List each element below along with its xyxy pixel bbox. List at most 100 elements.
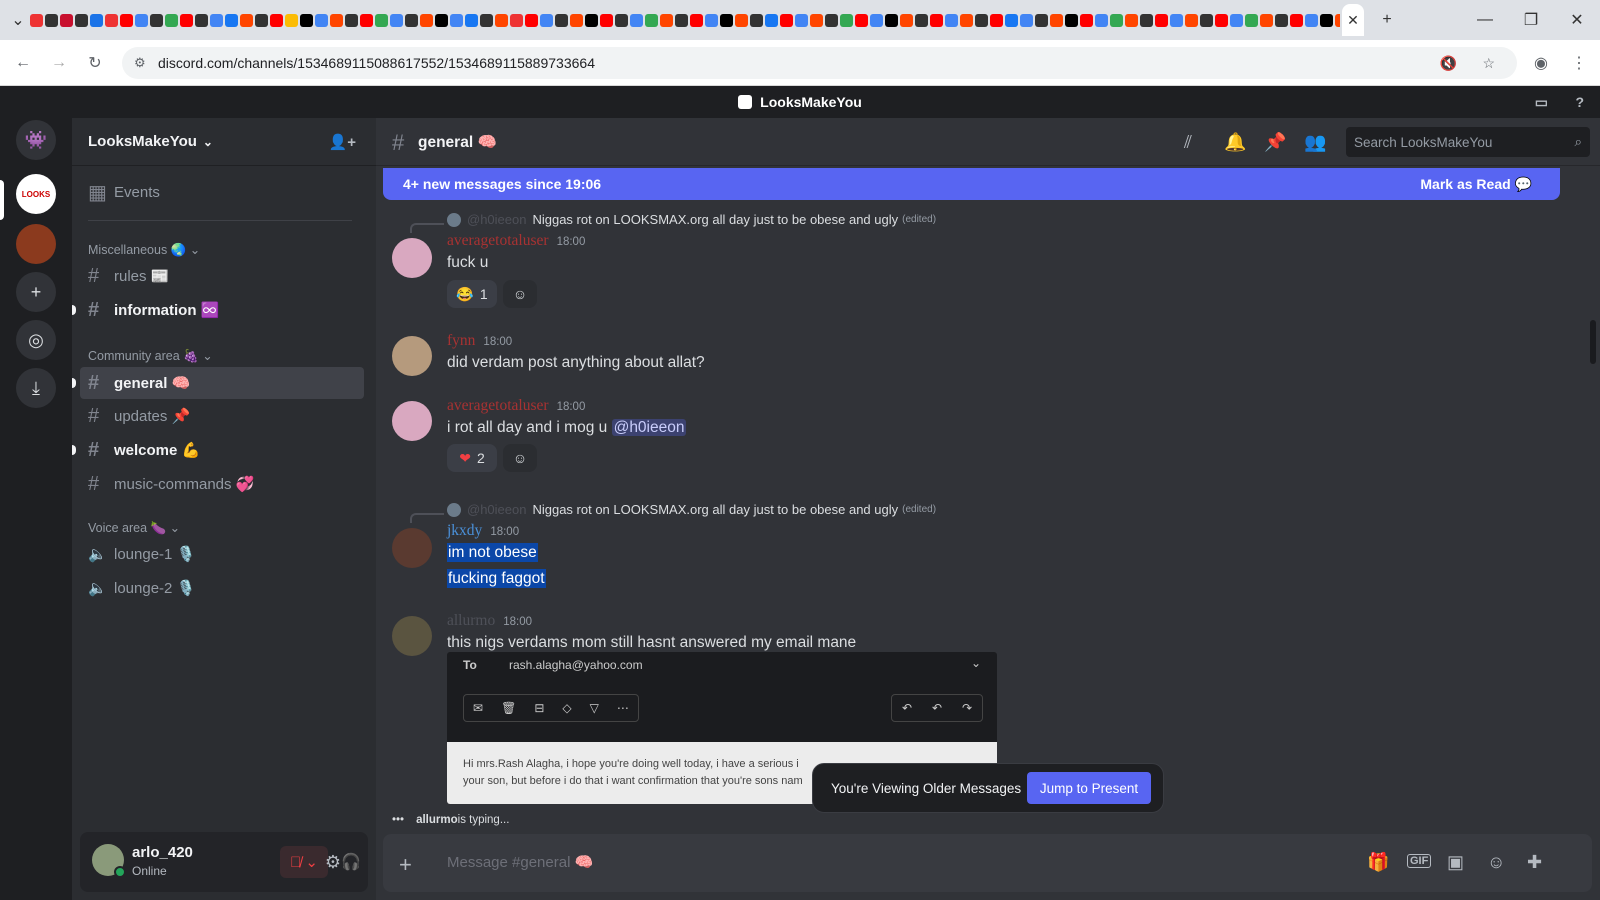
tab-favicon[interactable] bbox=[315, 13, 328, 27]
reply-username[interactable]: @h0ieeon bbox=[467, 502, 526, 517]
avatar[interactable] bbox=[392, 528, 432, 568]
category-community[interactable]: Community area 🍇 ⌄ bbox=[88, 348, 213, 364]
reaction-heart[interactable]: ❤ 2 bbox=[447, 444, 497, 472]
tab-favicon[interactable] bbox=[1140, 13, 1153, 27]
reply-preview[interactable]: @h0ieeon Niggas rot on LOOKSMAX.org all … bbox=[447, 502, 936, 517]
message-username[interactable]: averagetotaluser 18:00 bbox=[447, 232, 585, 250]
url-field[interactable]: ⚙ discord.com/channels/15346891150886175… bbox=[122, 47, 1517, 79]
tab-favicon[interactable] bbox=[360, 13, 373, 27]
channel-updates[interactable]: # updates 📌 bbox=[80, 400, 364, 432]
muted-audio-icon[interactable]: 🔇 bbox=[1440, 55, 1457, 72]
upload-plus-icon[interactable]: + bbox=[399, 852, 412, 878]
tab-favicon[interactable] bbox=[675, 13, 688, 27]
new-messages-banner[interactable]: 4+ new messages since 19:06 Mark as Read… bbox=[383, 168, 1560, 200]
tab-favicon[interactable] bbox=[750, 13, 763, 27]
tab-favicon[interactable] bbox=[1200, 13, 1213, 27]
tab-favicon[interactable] bbox=[930, 13, 943, 27]
tab-favicon[interactable] bbox=[705, 13, 718, 27]
search-input[interactable]: Search LooksMakeYou ⌕ bbox=[1346, 127, 1590, 157]
tab-favicon[interactable] bbox=[525, 13, 538, 27]
tab-favicon[interactable] bbox=[990, 13, 1003, 27]
tab-favicon[interactable] bbox=[165, 13, 178, 27]
tab-favicon[interactable] bbox=[465, 13, 478, 27]
avatar[interactable] bbox=[392, 616, 432, 656]
tab-favicon[interactable] bbox=[870, 13, 883, 27]
tab-favicon[interactable] bbox=[600, 13, 613, 27]
tab-favicon[interactable] bbox=[30, 13, 43, 27]
tab-favicon[interactable] bbox=[945, 13, 958, 27]
tab-favicon[interactable] bbox=[645, 13, 658, 27]
new-tab-icon[interactable]: + bbox=[1372, 0, 1402, 40]
tab-favicon[interactable] bbox=[825, 13, 838, 27]
close-window-icon[interactable]: ✕ bbox=[1554, 0, 1600, 40]
emoji-icon[interactable]: ☺ bbox=[1487, 852, 1505, 873]
server-header[interactable]: LooksMakeYou ⌄ 👤+ bbox=[72, 118, 376, 166]
tab-favicon[interactable] bbox=[1215, 13, 1228, 27]
tab-favicon[interactable] bbox=[735, 13, 748, 27]
category-miscellaneous[interactable]: Miscellaneous 🌏 ⌄ bbox=[88, 242, 200, 258]
threads-icon[interactable]: ⫽ bbox=[1184, 132, 1192, 153]
channel-information[interactable]: # information ♾️ bbox=[72, 294, 364, 326]
gift-icon[interactable]: 🎁 bbox=[1367, 852, 1389, 873]
tab-favicon[interactable] bbox=[1335, 13, 1340, 27]
tab-favicon[interactable] bbox=[1005, 13, 1018, 27]
tab-favicon[interactable] bbox=[45, 13, 58, 27]
reply-username[interactable]: @h0ieeon bbox=[467, 212, 526, 227]
invite-icon[interactable]: 👤+ bbox=[329, 133, 356, 151]
back-icon[interactable]: ← bbox=[12, 52, 34, 74]
tab-favicon[interactable] bbox=[660, 13, 673, 27]
tab-favicon[interactable] bbox=[1155, 13, 1168, 27]
tab-strip[interactable] bbox=[30, 6, 1340, 34]
minimize-icon[interactable]: — bbox=[1462, 0, 1508, 40]
tab-favicon[interactable] bbox=[240, 13, 253, 27]
menu-icon[interactable]: ⋮ bbox=[1568, 52, 1590, 74]
add-reaction-button[interactable]: ☺ bbox=[503, 280, 537, 308]
category-voice[interactable]: Voice area 🍆 ⌄ bbox=[88, 520, 180, 536]
tab-favicon[interactable] bbox=[90, 13, 103, 27]
tab-favicon[interactable] bbox=[180, 13, 193, 27]
tab-favicon[interactable] bbox=[300, 13, 313, 27]
tab-favicon[interactable] bbox=[420, 13, 433, 27]
tab-favicon[interactable] bbox=[1035, 13, 1048, 27]
tab-favicon[interactable] bbox=[1080, 13, 1093, 27]
server-anime-icon[interactable] bbox=[16, 224, 56, 264]
restore-icon[interactable]: ❐ bbox=[1508, 0, 1554, 40]
tab-favicon[interactable] bbox=[75, 13, 88, 27]
reload-icon[interactable]: ↻ bbox=[84, 52, 106, 74]
tab-favicon[interactable] bbox=[375, 13, 388, 27]
add-server-icon[interactable]: + bbox=[16, 272, 56, 312]
tab-favicon[interactable] bbox=[405, 13, 418, 27]
tab-favicon[interactable] bbox=[255, 13, 268, 27]
tab-favicon[interactable] bbox=[720, 13, 733, 27]
tab-favicon[interactable] bbox=[1230, 13, 1243, 27]
message-username[interactable]: averagetotaluser 18:00 bbox=[447, 397, 585, 415]
tab-favicon[interactable] bbox=[1245, 13, 1258, 27]
avatar[interactable] bbox=[392, 401, 432, 441]
tab-favicon[interactable] bbox=[960, 13, 973, 27]
avatar[interactable] bbox=[392, 238, 432, 278]
channel-rules[interactable]: # rules 📰 bbox=[80, 260, 364, 292]
tab-favicon[interactable] bbox=[1110, 13, 1123, 27]
help-icon[interactable]: ? bbox=[1575, 94, 1584, 110]
discord-home-icon[interactable]: 👾 bbox=[16, 120, 56, 160]
tab-favicon[interactable] bbox=[885, 13, 898, 27]
tab-favicon[interactable] bbox=[495, 13, 508, 27]
active-tab-close-icon[interactable]: ✕ bbox=[1342, 4, 1364, 36]
tab-favicon[interactable] bbox=[330, 13, 343, 27]
tab-favicon[interactable] bbox=[1050, 13, 1063, 27]
tab-favicon[interactable] bbox=[210, 13, 223, 27]
profile-icon[interactable]: ◉ bbox=[1530, 52, 1552, 74]
tab-favicon[interactable] bbox=[690, 13, 703, 27]
reply-preview[interactable]: @h0ieeon Niggas rot on LOOKSMAX.org all … bbox=[447, 212, 936, 227]
jump-to-present-button[interactable]: Jump to Present bbox=[1027, 772, 1151, 804]
tab-favicon[interactable] bbox=[915, 13, 928, 27]
user-mention[interactable]: @h0ieeon bbox=[611, 419, 687, 436]
tab-favicon[interactable] bbox=[900, 13, 913, 27]
inbox-icon[interactable]: ▭ bbox=[1535, 94, 1548, 111]
tab-favicon[interactable] bbox=[270, 13, 283, 27]
reaction-laugh[interactable]: 😂 1 bbox=[447, 280, 497, 308]
channel-music-commands[interactable]: # music-commands 💞 bbox=[80, 468, 364, 500]
tab-favicon[interactable] bbox=[840, 13, 853, 27]
tab-favicon[interactable] bbox=[1185, 13, 1198, 27]
tab-favicon[interactable] bbox=[450, 13, 463, 27]
